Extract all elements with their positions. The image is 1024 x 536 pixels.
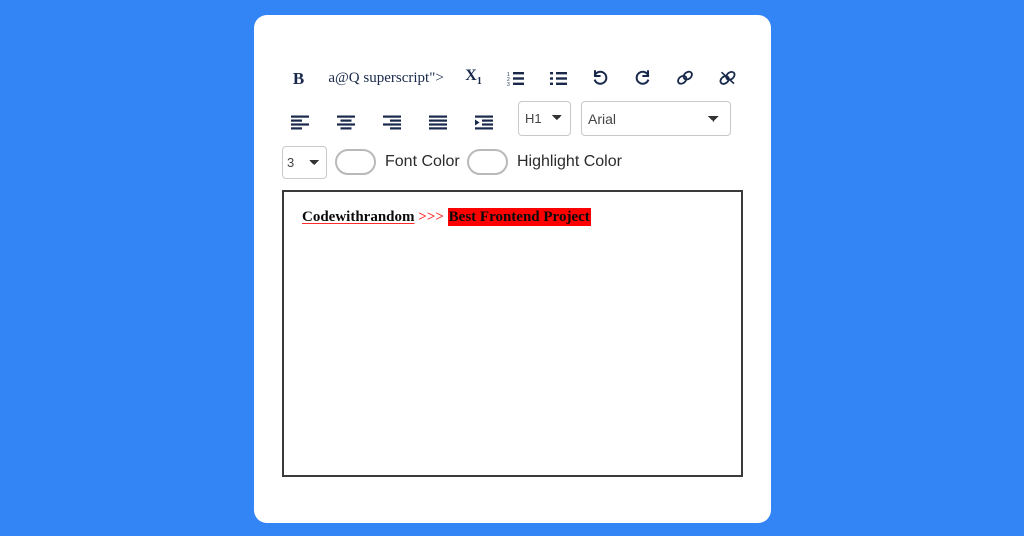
bold-icon: B [292,68,305,88]
bold-button[interactable]: B [282,63,315,93]
editor-content-line: Codewithrandom >>> Best Frontend Project [302,208,723,226]
font-family-select[interactable]: Arial [581,101,731,136]
highlight-color-picker[interactable] [467,149,508,175]
font-color-group: Font Color [335,149,460,175]
svg-text:3: 3 [507,82,510,86]
redo-button[interactable] [626,63,659,93]
align-right-icon [383,115,401,130]
align-justify-button[interactable] [420,107,456,137]
superscript-button[interactable]: a@Q superscript"> [324,70,447,86]
indent-button[interactable] [466,107,502,137]
undo-button[interactable] [584,63,617,93]
align-left-button[interactable] [282,107,318,137]
link-button[interactable] [669,63,702,93]
ordered-list-button[interactable]: 1 2 3 [499,63,532,93]
undo-icon [591,69,610,87]
heading-select[interactable]: H1 [518,101,571,136]
rich-text-editor-area[interactable]: Codewithrandom >>> Best Frontend Project [282,190,743,477]
indent-icon [475,115,493,130]
editor-card: B a@Q superscript"> X1 1 2 3 H1 Arial 3 … [254,15,771,523]
font-color-picker[interactable] [335,149,376,175]
link-icon [675,69,695,87]
align-center-button[interactable] [328,107,364,137]
redo-icon [633,69,652,87]
unlink-button[interactable] [711,63,744,93]
editor-text-arrow: >>> [414,209,448,225]
editor-text-highlighted: Best Frontend Project [447,208,591,226]
editor-text-title: Codewithrandom [302,209,415,225]
align-justify-icon [429,115,447,130]
font-size-select[interactable]: 3 [282,146,327,179]
font-color-label: Font Color [385,153,460,170]
ordered-list-icon: 1 2 3 [507,71,525,86]
unordered-list-icon [549,71,567,86]
subscript-button[interactable]: X1 [457,63,490,93]
align-left-icon [291,115,309,130]
align-center-icon [337,115,355,130]
app-root: B a@Q superscript"> X1 1 2 3 H1 Arial 3 … [0,0,1024,536]
toolbar-row-formatting: B a@Q superscript"> X1 1 2 3 [282,57,744,99]
align-right-button[interactable] [374,107,410,137]
unordered-list-button[interactable] [542,63,575,93]
highlight-color-group: Highlight Color [467,149,622,175]
unlink-icon [717,69,739,87]
highlight-color-label: Highlight Color [517,153,622,170]
subscript-icon: X1 [465,67,482,88]
